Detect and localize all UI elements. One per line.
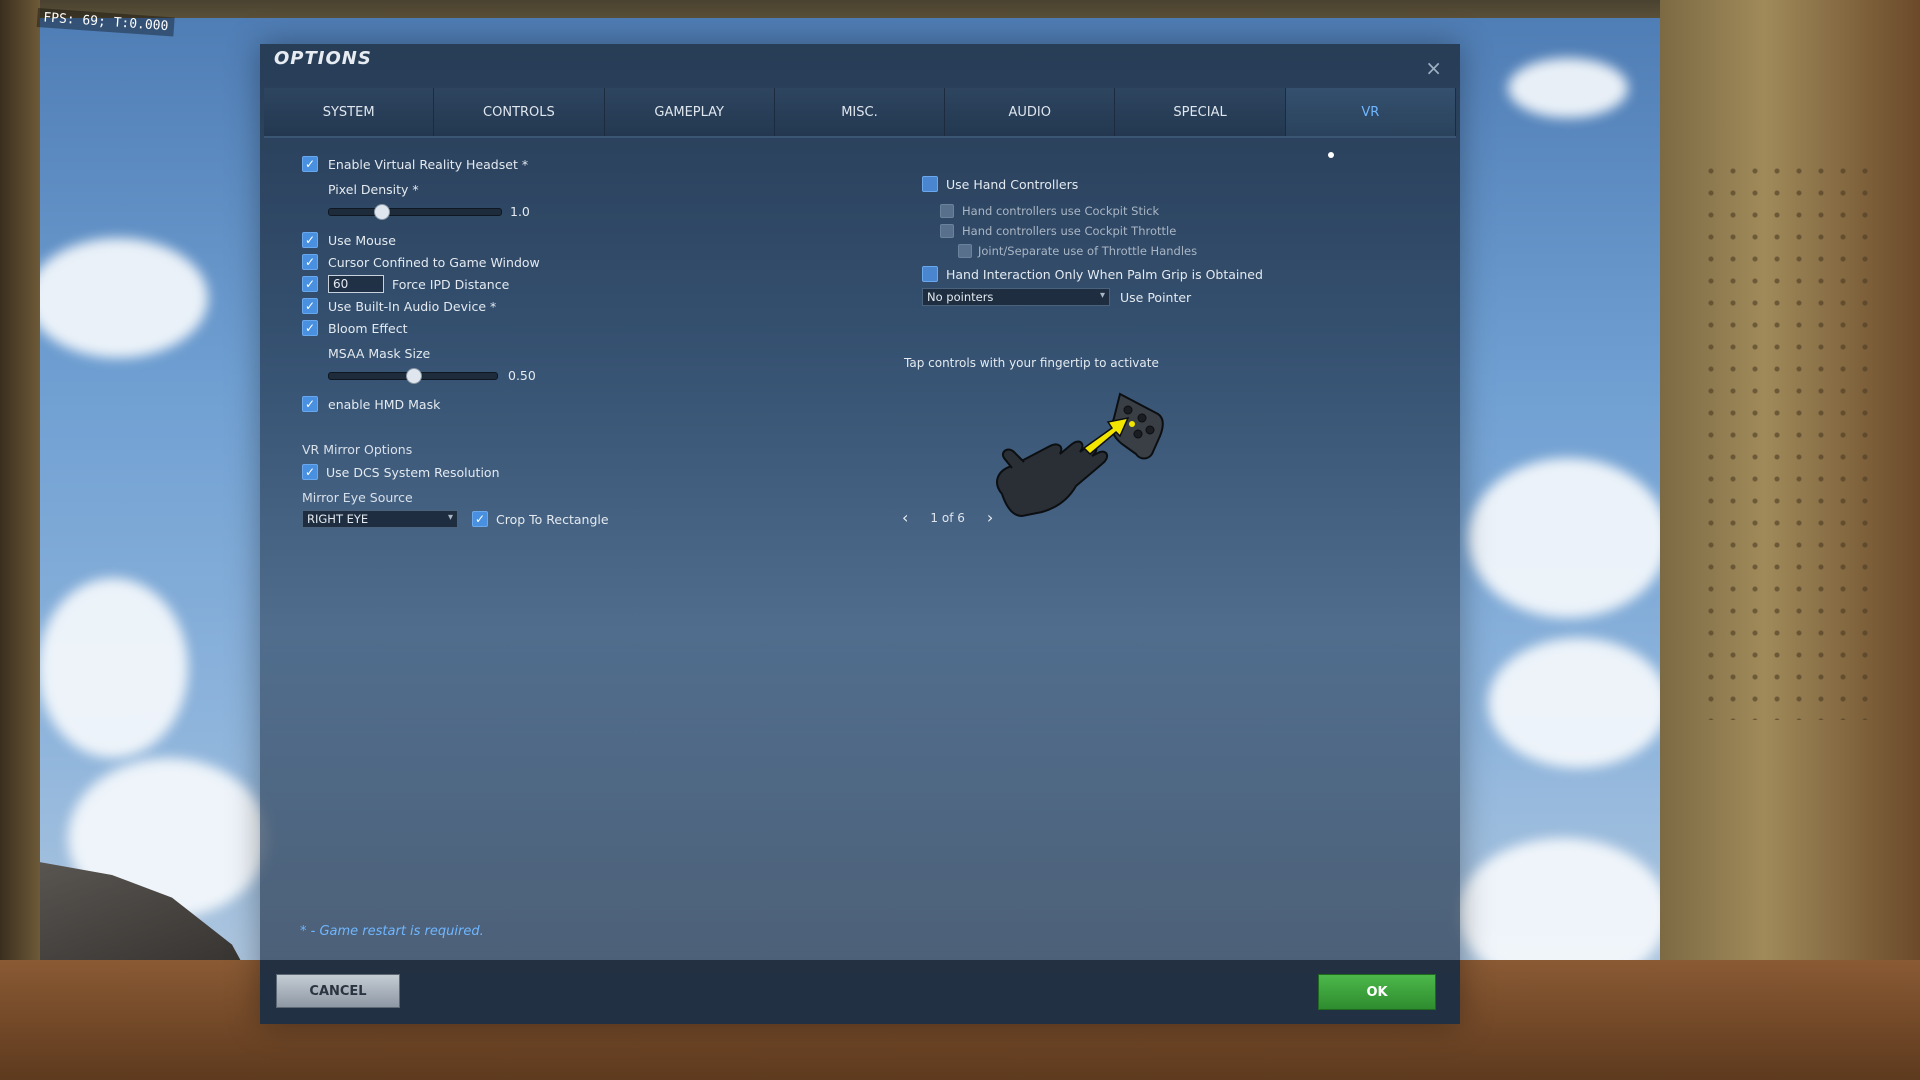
tab-special[interactable]: SPECIAL bbox=[1115, 88, 1286, 136]
builtin-audio-checkbox[interactable]: ✓ bbox=[302, 298, 318, 314]
tab-system[interactable]: SYSTEM bbox=[264, 88, 435, 136]
footer-bar bbox=[260, 960, 1460, 1024]
pixel-density-slider[interactable] bbox=[328, 204, 502, 220]
use-mouse-label: Use Mouse bbox=[328, 233, 396, 248]
crop-rectangle-label: Crop To Rectangle bbox=[496, 512, 609, 527]
crop-rectangle-checkbox[interactable]: ✓ bbox=[472, 511, 488, 527]
msaa-mask-label: MSAA Mask Size bbox=[328, 346, 431, 361]
tab-audio[interactable]: AUDIO bbox=[945, 88, 1116, 136]
mirror-eye-source-heading: Mirror Eye Source bbox=[302, 490, 413, 505]
cockpit-stick-checkbox[interactable] bbox=[940, 204, 954, 218]
msaa-mask-slider[interactable] bbox=[328, 368, 498, 384]
use-mouse-checkbox[interactable]: ✓ bbox=[302, 232, 318, 248]
tab-vr[interactable]: VR bbox=[1285, 88, 1456, 136]
pointer-select-value: No pointers bbox=[927, 290, 994, 304]
mirror-eye-select[interactable]: RIGHT EYE ▾ bbox=[302, 510, 458, 528]
glove-illustration bbox=[972, 384, 1192, 544]
enable-vr-checkbox[interactable]: ✓ bbox=[302, 156, 318, 172]
throttle-handles-label: Joint/Separate use of Throttle Handles bbox=[978, 244, 1198, 258]
cancel-button[interactable]: CANCEL bbox=[276, 974, 400, 1008]
options-window: OPTIONS × SYSTEM CONTROLS GAMEPLAY MISC.… bbox=[260, 44, 1460, 1024]
pointer-select[interactable]: No pointers ▾ bbox=[922, 288, 1110, 306]
glove-touch-icon bbox=[996, 392, 1164, 518]
cockpit-left-wall bbox=[0, 0, 40, 1080]
use-pointer-label: Use Pointer bbox=[1120, 290, 1192, 305]
force-ipd-checkbox[interactable]: ✓ bbox=[302, 276, 318, 292]
bloom-label: Bloom Effect bbox=[328, 321, 408, 336]
chevron-down-icon: ▾ bbox=[1099, 290, 1105, 301]
restart-required-note: * - Game restart is required. bbox=[300, 924, 484, 939]
throttle-handles-checkbox[interactable] bbox=[958, 244, 972, 258]
palm-grip-checkbox[interactable] bbox=[922, 266, 938, 282]
mirror-eye-select-value: RIGHT EYE bbox=[307, 512, 369, 526]
dcs-resolution-label: Use DCS System Resolution bbox=[326, 465, 500, 480]
hmd-mask-label: enable HMD Mask bbox=[328, 397, 441, 412]
close-icon[interactable]: × bbox=[1425, 56, 1442, 80]
chevron-left-icon[interactable]: ‹ bbox=[902, 508, 908, 527]
cockpit-throttle-label: Hand controllers use Cockpit Throttle bbox=[962, 224, 1177, 238]
tab-misc[interactable]: MISC. bbox=[774, 88, 946, 136]
bloom-checkbox[interactable]: ✓ bbox=[302, 320, 318, 336]
pixel-density-value: 1.0 bbox=[510, 204, 530, 219]
hand-controls-hint: Tap controls with your fingertip to acti… bbox=[904, 356, 1159, 370]
tutorial-pager: ‹ 1 of 6 › bbox=[902, 508, 993, 527]
pixel-density-label: Pixel Density * bbox=[328, 182, 419, 197]
ok-button[interactable]: OK bbox=[1318, 974, 1436, 1010]
cursor-confined-checkbox[interactable]: ✓ bbox=[302, 254, 318, 270]
vr-mirror-options-heading: VR Mirror Options bbox=[302, 442, 413, 457]
cockpit-throttle-checkbox[interactable] bbox=[940, 224, 954, 238]
hmd-mask-checkbox[interactable]: ✓ bbox=[302, 396, 318, 412]
tab-bar: SYSTEM CONTROLS GAMEPLAY MISC. AUDIO SPE… bbox=[264, 88, 1456, 138]
chevron-down-icon: ▾ bbox=[447, 512, 453, 523]
msaa-mask-slider-thumb[interactable] bbox=[406, 368, 422, 384]
tab-controls[interactable]: CONTROLS bbox=[434, 88, 605, 136]
pixel-density-slider-thumb[interactable] bbox=[373, 204, 390, 220]
builtin-audio-label: Use Built-In Audio Device * bbox=[328, 299, 497, 314]
msaa-mask-value: 0.50 bbox=[508, 368, 536, 383]
force-ipd-label: Force IPD Distance bbox=[392, 277, 510, 292]
cursor-confined-label: Cursor Confined to Game Window bbox=[328, 255, 540, 270]
hand-controllers-checkbox[interactable] bbox=[922, 176, 938, 192]
enable-vr-label: Enable Virtual Reality Headset * bbox=[328, 157, 529, 172]
window-title: OPTIONS bbox=[274, 48, 372, 69]
cockpit-stick-label: Hand controllers use Cockpit Stick bbox=[962, 204, 1160, 218]
tab-gameplay[interactable]: GAMEPLAY bbox=[604, 88, 775, 136]
pointer-dot bbox=[1328, 152, 1334, 158]
hand-controllers-label: Use Hand Controllers bbox=[946, 177, 1079, 192]
pager-count: 1 of 6 bbox=[930, 510, 965, 525]
palm-grip-label: Hand Interaction Only When Palm Grip is … bbox=[946, 267, 1263, 282]
cockpit-right-wall bbox=[1660, 0, 1920, 1080]
dcs-resolution-checkbox[interactable]: ✓ bbox=[302, 464, 318, 480]
force-ipd-input[interactable] bbox=[328, 275, 384, 293]
chevron-right-icon[interactable]: › bbox=[987, 508, 993, 527]
